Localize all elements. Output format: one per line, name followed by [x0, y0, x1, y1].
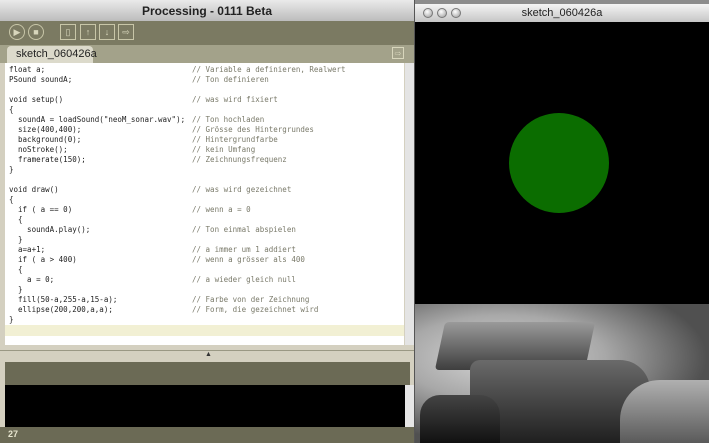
console-scrollbar[interactable] — [405, 385, 414, 427]
code-line: noStroke(); — [9, 145, 68, 154]
code-line: a = 0; — [9, 275, 55, 284]
code-line: } — [9, 315, 14, 324]
code-comment: // Farbe von der Zeichnung — [192, 295, 310, 304]
line-number: 27 — [8, 429, 19, 439]
code-line: soundA.play(); — [9, 225, 91, 234]
play-icon: ▶ — [13, 26, 21, 37]
code-editor[interactable]: float a; // Variable a definieren, Realwe… — [5, 63, 404, 345]
ide-window-title: Processing - 0111 Beta — [141, 4, 273, 18]
tab-bar: sketch_060426a ⇨ — [0, 45, 414, 63]
ide-toolbar: ▶ ■ ▯ ↑ ↓ ⇨ — [0, 21, 414, 45]
code-line: float a; — [9, 65, 46, 74]
code-comment: // was wird fixiert — [192, 95, 278, 104]
code-line: { — [9, 195, 14, 204]
chevron-up-icon: ▲ — [205, 351, 212, 358]
code-line: if ( a == 0) — [9, 205, 73, 214]
code-comment: // wenn a grösser als 400 — [192, 255, 305, 264]
code-line: ellipse(200,200,a,a); — [9, 305, 113, 314]
code-comment: // Hintergrundfarbe — [192, 135, 278, 144]
message-area — [5, 362, 410, 385]
code-comment: // kein Umfang — [192, 145, 256, 154]
export-button[interactable]: ⇨ — [118, 24, 134, 40]
run-button[interactable]: ▶ — [9, 24, 25, 40]
code-comment: // wenn a = 0 — [192, 205, 251, 214]
stop-button[interactable]: ■ — [28, 24, 44, 40]
editor-scrollbar[interactable] — [405, 63, 414, 345]
code-line: framerate(150); — [9, 155, 86, 164]
code-comment: // Ton definieren — [192, 75, 269, 84]
code-line: void setup() — [9, 95, 64, 104]
ide-titlebar[interactable]: Processing - 0111 Beta — [0, 0, 414, 22]
new-file-icon: ▯ — [65, 26, 71, 37]
export-icon: ⇨ — [122, 26, 130, 37]
open-button[interactable]: ↑ — [80, 24, 96, 40]
code-line: background(0); — [9, 135, 82, 144]
sketch-canvas — [415, 22, 709, 304]
code-comment: // a immer um 1 addiert — [192, 245, 296, 254]
processing-ide-window: Processing - 0111 Beta ▶ ■ ▯ ↑ ↓ ⇨ sketc… — [0, 0, 415, 443]
status-bar: 27 — [0, 427, 414, 443]
sketch-titlebar[interactable]: sketch_060426a — [415, 4, 709, 23]
tab-sketch[interactable]: sketch_060426a — [7, 46, 97, 63]
code-comment: // Ton hochladen — [192, 115, 265, 124]
code-line: } — [9, 165, 14, 174]
code-comment: // Zeichnungsfrequenz — [192, 155, 287, 164]
code-line: a=a+1; — [9, 245, 46, 254]
arrow-right-icon: ⇨ — [394, 49, 402, 58]
code-line: soundA = loadSound("neoM_sonar.wav"); — [9, 115, 186, 124]
code-line: size(400,400); — [9, 125, 82, 134]
code-line: if ( a > 400) — [9, 255, 77, 264]
code-line: void draw() — [9, 185, 59, 194]
open-icon: ↑ — [85, 27, 91, 37]
code-comment: // was wird gezeichnet — [192, 185, 292, 194]
code-line: { — [9, 265, 23, 274]
sketch-window: sketch_060426a — [415, 4, 709, 304]
green-circle — [509, 113, 609, 213]
code-line: } — [9, 235, 23, 244]
new-button[interactable]: ▯ — [60, 24, 76, 40]
stop-icon: ■ — [33, 27, 39, 37]
console-output[interactable] — [5, 385, 405, 427]
code-line: fill(50-a,255-a,15-a); — [9, 295, 118, 304]
code-line: { — [9, 215, 23, 224]
desktop-rock — [620, 380, 709, 443]
current-line-highlight — [5, 325, 404, 336]
tab-menu-button[interactable]: ⇨ — [392, 47, 404, 59]
code-comment: // a wieder gleich null — [192, 275, 296, 284]
save-icon: ↓ — [104, 27, 110, 37]
code-line: { — [9, 105, 14, 114]
code-comment: // Form, die gezeichnet wird — [192, 305, 319, 314]
code-comment: // Ton einmal abspielen — [192, 225, 296, 234]
sketch-window-title: sketch_060426a — [521, 7, 603, 19]
code-comment: // Variable a definieren, Realwert — [192, 65, 346, 74]
code-line: } — [9, 285, 23, 294]
desktop-rock — [420, 395, 500, 443]
save-button[interactable]: ↓ — [99, 24, 115, 40]
code-line: PSound soundA; — [9, 75, 73, 84]
code-comment: // Grösse des Hintergrundes — [192, 125, 314, 134]
